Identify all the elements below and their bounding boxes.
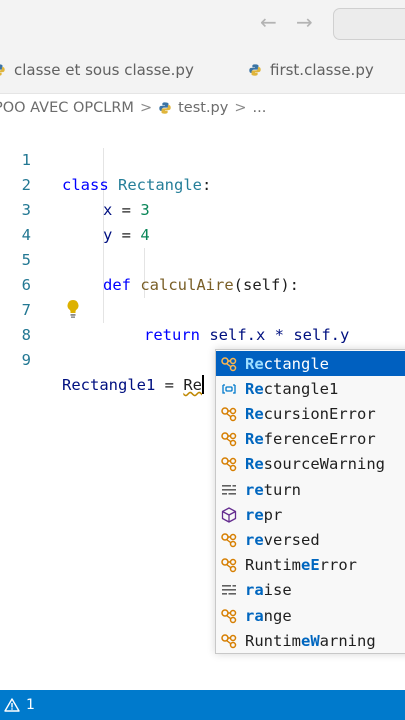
line-number: 9 <box>21 351 31 369</box>
arrow-left-icon[interactable]: ← <box>260 10 277 34</box>
class-icon <box>220 405 238 423</box>
editor-tabs: classe et sous classe.py first.classe.py <box>0 46 405 94</box>
class-icon <box>220 556 238 574</box>
suggestion-label: Rectangle <box>245 354 329 373</box>
warning-count: 1 <box>26 697 35 713</box>
code-line: 6 <box>0 248 405 294</box>
python-file-icon <box>159 102 171 114</box>
breadcrumb-file[interactable]: test.py <box>178 100 228 116</box>
typed-token: Re <box>183 376 202 394</box>
command-center-search[interactable] <box>333 8 405 40</box>
class-icon <box>220 430 238 448</box>
code-line: 1 class Rectangle: <box>0 123 405 194</box>
suggestion-item[interactable]: ReferenceError <box>216 427 405 452</box>
class-icon <box>220 607 238 625</box>
python-file-icon <box>249 63 261 76</box>
suggestion-label: range <box>245 606 292 625</box>
class-icon <box>220 355 238 373</box>
arrow-right-icon[interactable]: → <box>296 10 313 34</box>
breadcrumb-more[interactable]: ... <box>253 100 267 116</box>
code-line: 5 def calculAire(self): <box>0 223 405 294</box>
suggestion-label: repr <box>245 505 283 524</box>
lightbulb-icon[interactable] <box>65 299 81 319</box>
suggestion-label: reversed <box>245 530 320 549</box>
suggestion-item[interactable]: RuntimeWarning <box>216 628 405 653</box>
method-icon <box>220 506 238 524</box>
tab-first-classe[interactable]: first.classe.py <box>248 46 374 93</box>
code-line: 2 x = 3 <box>0 148 405 219</box>
keyword-icon <box>220 481 238 499</box>
variable-token: Rectangle1 <box>62 376 156 394</box>
class-icon <box>220 632 238 650</box>
suggestion-label: raise <box>245 581 292 600</box>
operator-token: = <box>155 376 184 394</box>
breadcrumb-folder[interactable]: POO AVEC OPCLRM <box>0 100 134 116</box>
code-line: 3 y = 4 <box>0 173 405 244</box>
suggestion-item[interactable]: RecursionError <box>216 401 405 426</box>
suggestion-item[interactable]: Rectangle <box>216 351 405 376</box>
code-line: 4 <box>0 198 405 244</box>
chevron-right-icon: > <box>139 100 153 116</box>
tab-label: classe et sous classe.py <box>14 60 194 79</box>
variable-icon <box>220 380 238 398</box>
title-bar: ← → <box>0 0 405 46</box>
class-icon <box>220 455 238 473</box>
autocomplete-list[interactable]: Rectangle Rectangle1 RecursionError Referen… <box>215 349 405 654</box>
status-bar: 1 <box>0 690 405 720</box>
suggestion-item[interactable]: repr <box>216 502 405 527</box>
breadcrumb: POO AVEC OPCLRM > test.py > ... <box>0 93 405 123</box>
suggestion-item[interactable]: RuntimeError <box>216 553 405 578</box>
tab-label: first.classe.py <box>270 60 374 79</box>
code-line: 8 <box>0 298 405 344</box>
warning-icon <box>4 698 20 712</box>
text-cursor <box>202 375 204 394</box>
python-file-icon <box>0 63 5 76</box>
code-line: 9 Rectangle1 = Re <box>0 323 405 394</box>
suggestion-item[interactable]: reversed <box>216 527 405 552</box>
suggestion-item[interactable]: range <box>216 603 405 628</box>
suggestion-item[interactable]: return <box>216 477 405 502</box>
suggestion-item[interactable]: raise <box>216 578 405 603</box>
class-icon <box>220 531 238 549</box>
suggestion-label: return <box>245 480 301 499</box>
suggestion-label: RuntimeError <box>245 556 357 575</box>
suggestion-label: RuntimeWarning <box>245 631 376 650</box>
suggestion-label: ResourceWarning <box>245 455 385 474</box>
warning-indicator[interactable]: 1 <box>4 697 35 713</box>
suggestion-label: RecursionError <box>245 404 376 423</box>
tab-classe-et-sous-classe[interactable]: classe et sous classe.py <box>0 46 194 93</box>
suggestion-item[interactable]: Rectangle1 <box>216 376 405 401</box>
code-line: 7 return self.x * self.y <box>0 273 405 344</box>
suggestion-item[interactable]: ResourceWarning <box>216 452 405 477</box>
chevron-right-icon: > <box>234 100 247 116</box>
suggestion-label: ReferenceError <box>245 430 376 449</box>
suggestion-label: Rectangle1 <box>245 379 339 398</box>
keyword-icon <box>220 581 238 599</box>
